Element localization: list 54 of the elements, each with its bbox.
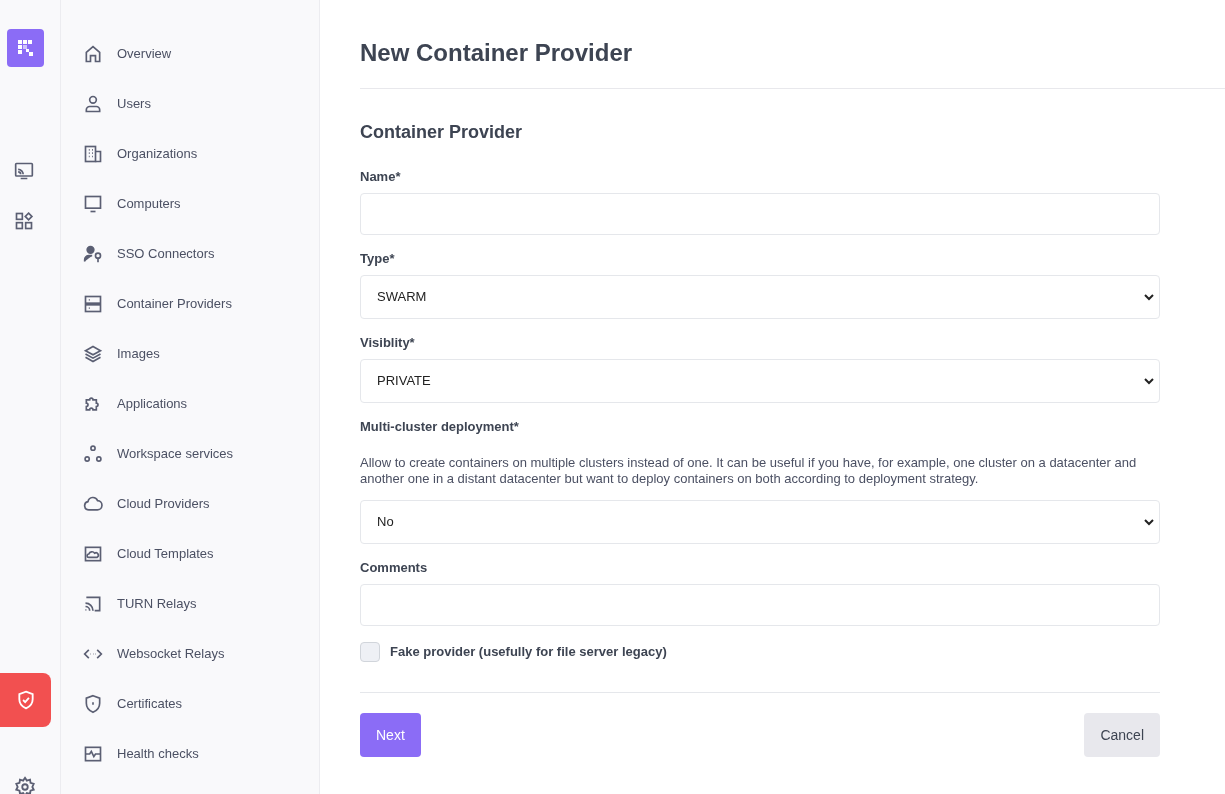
- dropdown[interactable]: PRIVATE: [360, 359, 1160, 403]
- nav-item[interactable]: Images: [83, 329, 319, 379]
- text-field[interactable]: [360, 584, 1160, 626]
- cloud-frame-icon: [83, 544, 103, 564]
- nav-item[interactable]: Workspace services: [83, 429, 319, 479]
- server-icon: [83, 294, 103, 314]
- layers-icon: [83, 344, 103, 364]
- checkbox[interactable]: [360, 642, 380, 662]
- user-icon: [83, 94, 103, 114]
- field-label: Name*: [360, 169, 402, 185]
- nav-item[interactable]: Cloud Templates: [83, 529, 319, 579]
- nav-item[interactable]: TURN Relays: [83, 579, 319, 629]
- shield-icon: [83, 694, 103, 714]
- next-button[interactable]: Next: [360, 713, 421, 757]
- field-label: Multi-cluster deployment*: [360, 419, 520, 435]
- nav-item[interactable]: Users: [83, 79, 319, 129]
- nav-item[interactable]: Overview: [83, 29, 319, 79]
- home-icon: [83, 44, 103, 64]
- field-label: Visiblity*: [360, 335, 416, 351]
- chevron-down-icon: [1143, 516, 1155, 528]
- user-key-icon: [83, 244, 103, 264]
- page-title: New Container Provider: [360, 38, 634, 68]
- building-icon: [83, 144, 103, 164]
- pulse-icon: [83, 744, 103, 764]
- nav-item[interactable]: Cloud Providers: [83, 479, 319, 529]
- settings-icon[interactable]: [14, 776, 36, 794]
- text-field[interactable]: [360, 193, 1160, 235]
- nav-item[interactable]: Certificates: [83, 679, 319, 729]
- apps-icon[interactable]: [14, 211, 34, 231]
- field-label: Type*: [360, 251, 396, 267]
- nav-item[interactable]: Container Providers: [83, 279, 319, 329]
- shield-check-icon: [15, 689, 36, 711]
- cast-icon: [83, 594, 103, 614]
- nav-item[interactable]: Organizations: [83, 129, 319, 179]
- nav-item[interactable]: Health checks: [83, 729, 319, 779]
- section-title: Container Provider: [360, 121, 524, 144]
- security-button[interactable]: [0, 673, 51, 727]
- checkbox-label: Fake provider (usefully for file server legacy): [390, 643, 667, 662]
- field-label: Comments: [360, 560, 429, 576]
- nav-item[interactable]: SSO Connectors: [83, 229, 319, 279]
- chevron-down-icon: [1143, 375, 1155, 387]
- nav-item[interactable]: Computers: [83, 179, 319, 229]
- cloud-icon: [83, 494, 103, 514]
- nav-item[interactable]: Websocket Relays: [83, 629, 319, 679]
- app-logo[interactable]: [7, 29, 44, 67]
- cast-screen-icon[interactable]: [14, 161, 34, 181]
- field-description: Allow to create containers on multiple clusters instead of one. It can be useful if you have, for example, one cluster on a datacenter and another one in a distant datacenter but want to deploy containers on both according to deployment strategy.: [360, 455, 1138, 487]
- chevron-down-icon: [1143, 291, 1155, 303]
- nav-item[interactable]: Applications: [83, 379, 319, 429]
- dropdown[interactable]: SWARM: [360, 275, 1160, 319]
- monitor-icon: [83, 194, 103, 214]
- circles-icon: [83, 444, 103, 464]
- dropdown[interactable]: No: [360, 500, 1160, 544]
- cancel-button[interactable]: Cancel: [1084, 713, 1160, 757]
